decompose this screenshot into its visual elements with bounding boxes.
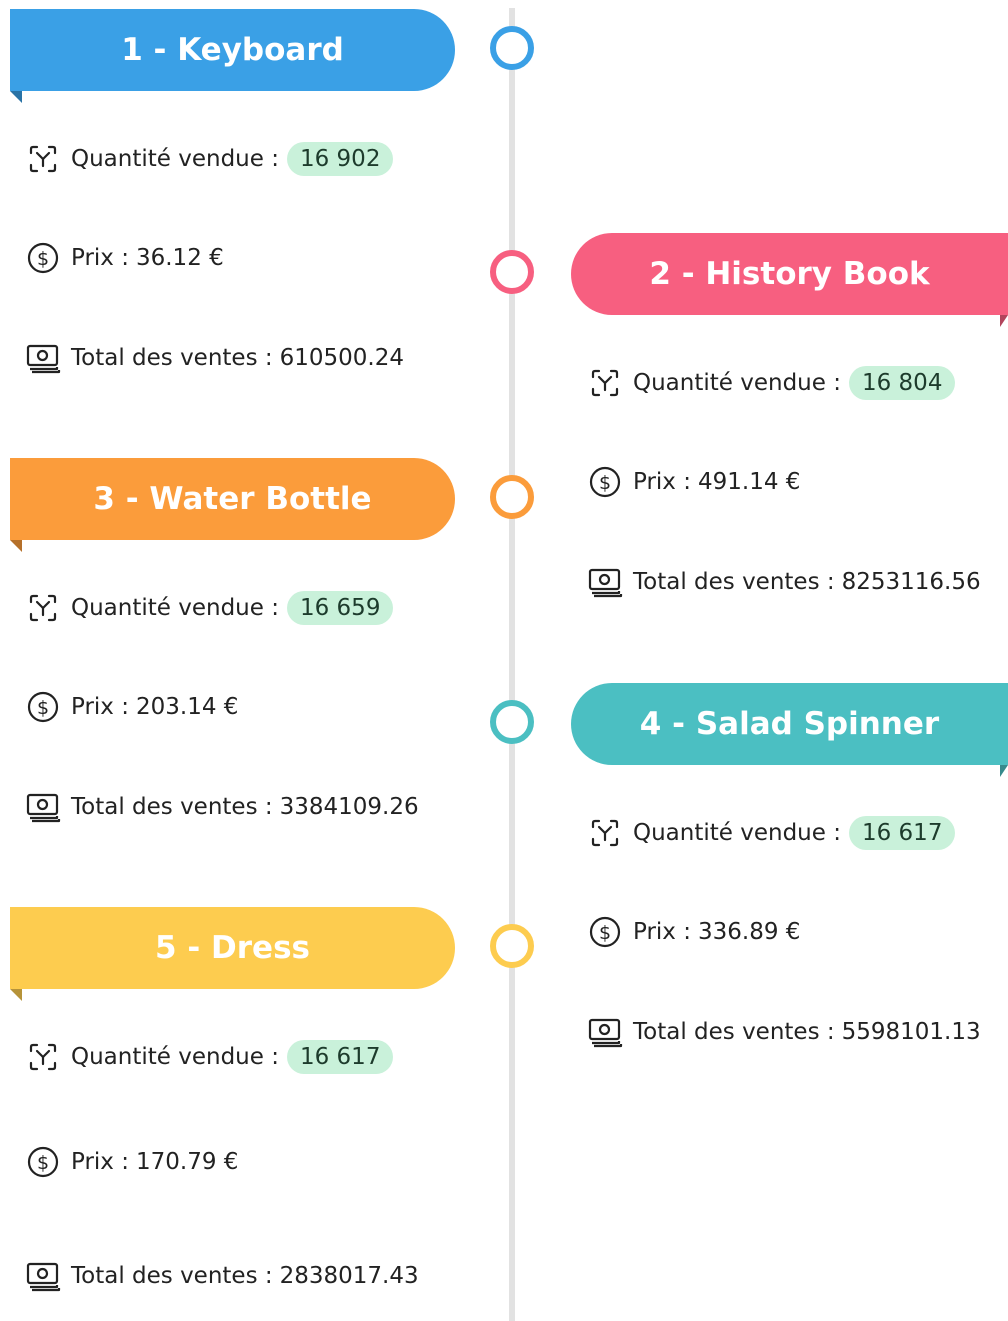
sales-timeline: 1 - Keyboard Quantité vendue : 16 902 $ Prix… [0, 0, 1008, 1321]
total-value: 610500.24 [279, 345, 405, 371]
total-value: 3384109.26 [279, 794, 419, 820]
money-bill-icon [588, 568, 623, 598]
total-label: Total des ventes : [71, 345, 273, 371]
item-title-banner: 1 - Keyboard [10, 9, 455, 103]
timeline-node-3 [490, 475, 534, 519]
money-bill-icon [588, 1018, 623, 1048]
quantity-row: Quantité vendue : 16 617 [586, 813, 956, 853]
quantity-scan-icon [29, 145, 57, 173]
quantity-scan-icon [591, 369, 619, 397]
price-value: 170.79 € [135, 1149, 239, 1175]
price-value: 491.14 € [697, 469, 801, 495]
item-title-banner: 3 - Water Bottle [10, 458, 455, 552]
svg-text:$: $ [37, 697, 49, 719]
svg-text:$: $ [599, 922, 611, 944]
total-value: 2838017.43 [279, 1263, 419, 1289]
item-title-banner: 5 - Dress [10, 907, 455, 1001]
total-value: 8253116.56 [841, 569, 981, 595]
money-bill-icon [26, 344, 61, 374]
price-label: Prix : [71, 245, 129, 271]
dollar-circle-icon: $ [27, 691, 59, 723]
price-row: $ Prix :491.14 € [586, 462, 800, 502]
total-row: Total des ventes :3384109.26 [24, 787, 419, 827]
banner-fold [10, 91, 22, 103]
quantity-label: Quantité vendue : [71, 1044, 279, 1070]
item-title: 1 - Keyboard [121, 32, 344, 68]
total-label: Total des ventes : [633, 569, 835, 595]
total-row: Total des ventes :610500.24 [24, 338, 404, 378]
item-title: 2 - History Book [649, 256, 930, 292]
quantity-label: Quantité vendue : [633, 820, 841, 846]
timeline-axis [509, 8, 515, 1321]
timeline-node-2 [490, 250, 534, 294]
total-row: Total des ventes :8253116.56 [586, 562, 981, 602]
total-label: Total des ventes : [633, 1019, 835, 1045]
price-label: Prix : [71, 694, 129, 720]
quantity-scan-icon [29, 594, 57, 622]
price-value: 36.12 € [135, 245, 224, 271]
item-title-banner: 4 - Salad Spinner [571, 683, 1008, 777]
quantity-value: 16 659 [286, 591, 394, 625]
price-label: Prix : [71, 1149, 129, 1175]
price-label: Prix : [633, 919, 691, 945]
svg-text:$: $ [37, 1152, 49, 1174]
quantity-label: Quantité vendue : [71, 146, 279, 172]
price-row: $ Prix :36.12 € [24, 238, 224, 278]
quantity-value: 16 902 [286, 142, 394, 176]
money-bill-icon [26, 1262, 61, 1292]
timeline-node-4 [490, 700, 534, 744]
item-title: 4 - Salad Spinner [639, 706, 940, 742]
quantity-row: Quantité vendue : 16 617 [24, 1037, 394, 1077]
price-row: $ Prix :203.14 € [24, 687, 238, 727]
banner-fold [1000, 765, 1008, 777]
price-value: 336.89 € [697, 919, 801, 945]
total-row: Total des ventes :2838017.43 [24, 1256, 419, 1296]
item-title: 3 - Water Bottle [93, 481, 372, 517]
banner-fold [10, 989, 22, 1001]
item-title: 5 - Dress [155, 930, 310, 966]
price-label: Prix : [633, 469, 691, 495]
quantity-row: Quantité vendue : 16 659 [24, 588, 394, 628]
dollar-circle-icon: $ [589, 916, 621, 948]
quantity-value: 16 804 [848, 366, 956, 400]
total-label: Total des ventes : [71, 1263, 273, 1289]
price-row: $ Prix :336.89 € [586, 912, 800, 952]
money-bill-icon [26, 793, 61, 823]
svg-text:$: $ [599, 472, 611, 494]
total-value: 5598101.13 [841, 1019, 981, 1045]
quantity-row: Quantité vendue : 16 804 [586, 363, 956, 403]
svg-text:$: $ [37, 248, 49, 270]
timeline-node-5 [490, 924, 534, 968]
total-label: Total des ventes : [71, 794, 273, 820]
quantity-value: 16 617 [848, 816, 956, 850]
item-title-banner: 2 - History Book [571, 233, 1008, 327]
banner-fold [1000, 315, 1008, 327]
price-row: $ Prix :170.79 € [24, 1142, 238, 1182]
quantity-label: Quantité vendue : [633, 370, 841, 396]
dollar-circle-icon: $ [589, 466, 621, 498]
dollar-circle-icon: $ [27, 242, 59, 274]
quantity-row: Quantité vendue : 16 902 [24, 139, 394, 179]
dollar-circle-icon: $ [27, 1146, 59, 1178]
banner-fold [10, 540, 22, 552]
quantity-label: Quantité vendue : [71, 595, 279, 621]
price-value: 203.14 € [135, 694, 239, 720]
quantity-scan-icon [29, 1043, 57, 1071]
quantity-scan-icon [591, 819, 619, 847]
quantity-value: 16 617 [286, 1040, 394, 1074]
timeline-node-1 [490, 26, 534, 70]
total-row: Total des ventes :5598101.13 [586, 1012, 981, 1052]
